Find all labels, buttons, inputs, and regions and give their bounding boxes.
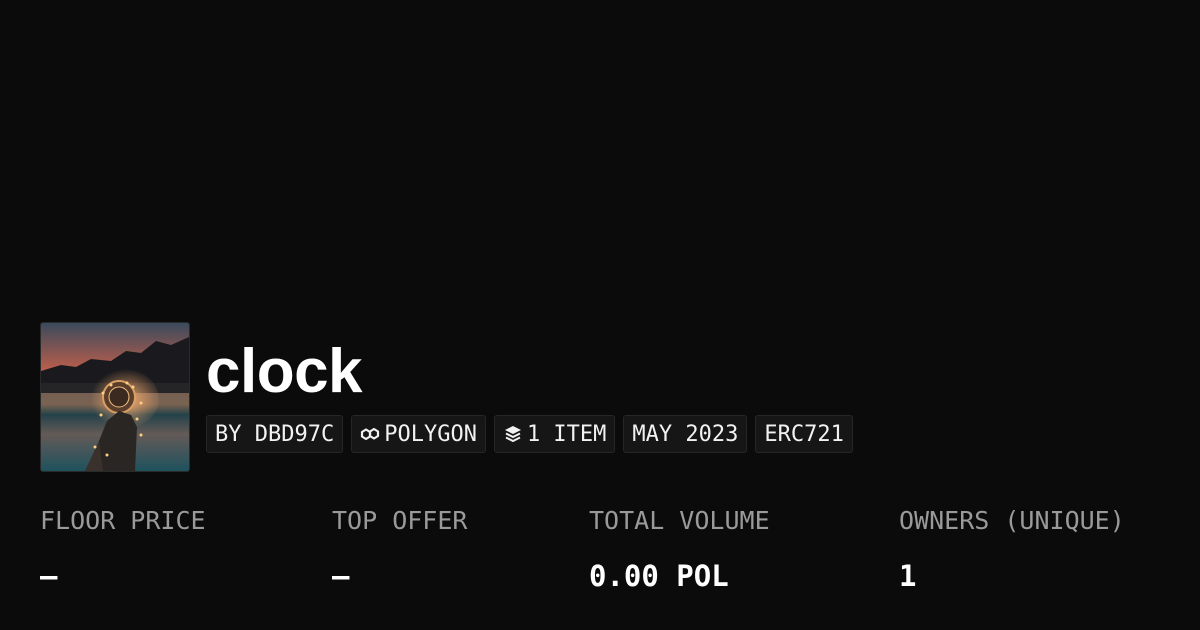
owners-label: OWNERS (UNIQUE) <box>899 506 1125 535</box>
owners-value: 1 <box>899 559 917 593</box>
layers-icon <box>503 424 523 444</box>
date-label: MAY 2023 <box>632 421 739 447</box>
items-tag[interactable]: 1 ITEM <box>493 415 616 453</box>
collection-card: clock BY DBD97C POLYGON 1 ITEM MAY 2023 … <box>0 0 1200 630</box>
total-volume-stat: TOTAL VOLUME 0.00 POL <box>589 505 770 593</box>
standard-tag: ERC721 <box>755 415 853 453</box>
collection-title: clock <box>206 337 363 406</box>
owners-stat: OWNERS (UNIQUE) 1 <box>899 505 1125 593</box>
chain-tag[interactable]: POLYGON <box>351 415 486 453</box>
top-offer-value: – <box>332 559 350 593</box>
total-volume-value: 0.00 POL <box>589 559 729 593</box>
chain-link-icon <box>360 424 380 444</box>
date-tag: MAY 2023 <box>623 415 748 453</box>
standard-label: ERC721 <box>764 421 844 447</box>
floor-price-value: – <box>40 559 58 593</box>
items-label: 1 ITEM <box>526 421 607 447</box>
total-volume-label: TOTAL VOLUME <box>589 506 770 535</box>
chain-label: POLYGON <box>384 421 477 447</box>
collection-tags: BY DBD97C POLYGON 1 ITEM MAY 2023 ERC721 <box>206 415 853 453</box>
collection-avatar <box>40 322 190 472</box>
top-offer-stat: TOP OFFER – <box>332 505 467 593</box>
floor-price-label: FLOOR PRICE <box>40 506 206 535</box>
floor-price-stat: FLOOR PRICE – <box>40 505 206 593</box>
creator-label: BY DBD97C <box>215 421 335 447</box>
creator-tag[interactable]: BY DBD97C <box>206 415 344 453</box>
top-offer-label: TOP OFFER <box>332 506 468 535</box>
collection-avatar-image <box>41 323 189 471</box>
